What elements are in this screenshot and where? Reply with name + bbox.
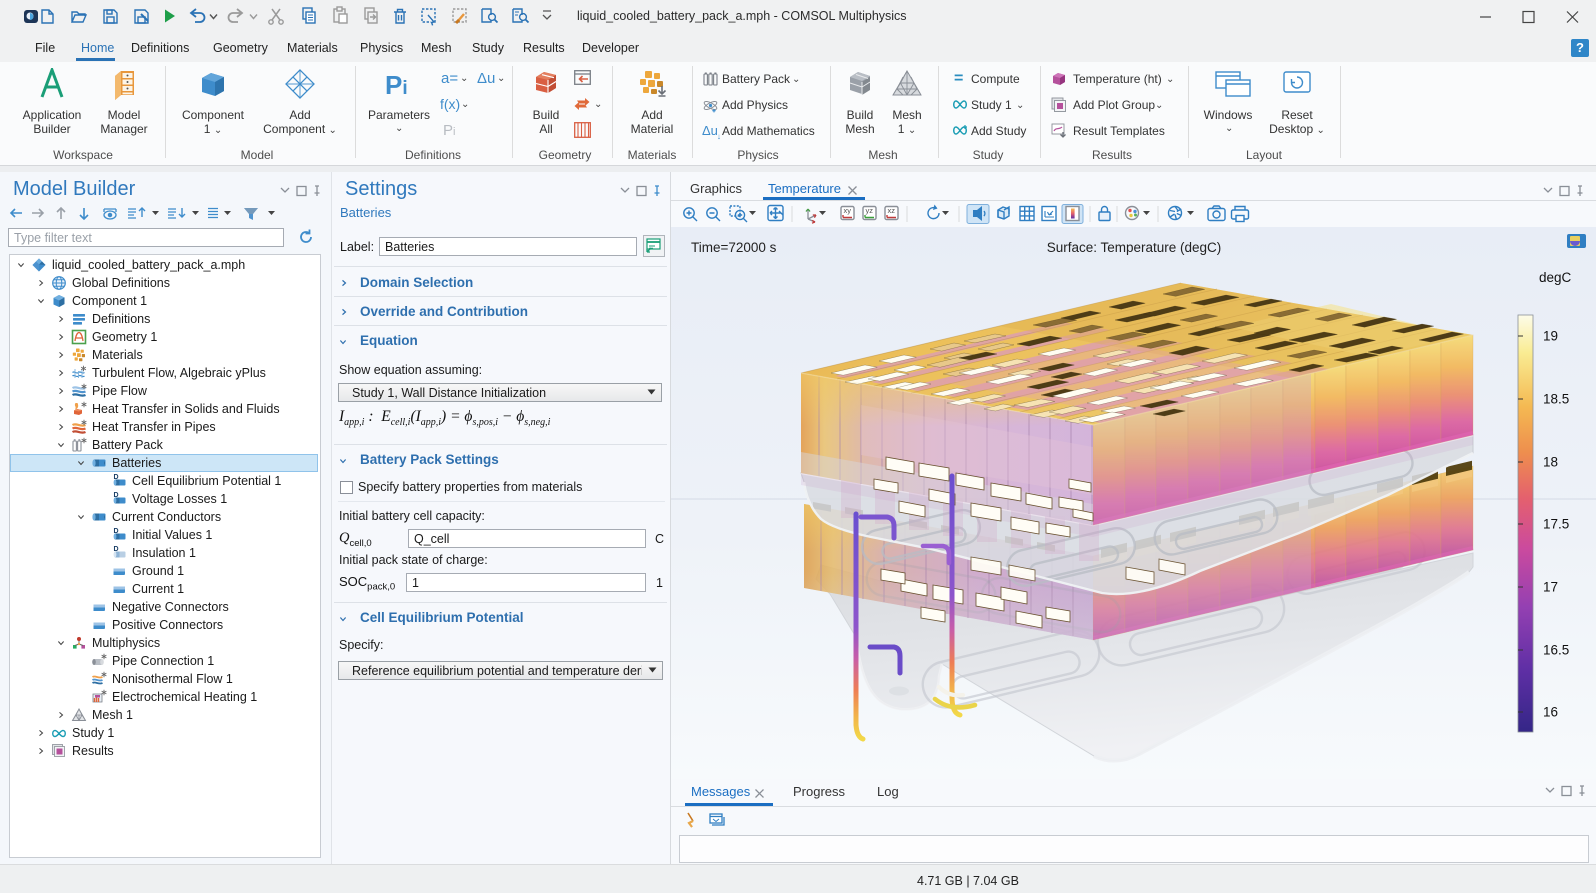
svg-text:yz: yz	[866, 206, 874, 215]
svg-text:18.5: 18.5	[1543, 392, 1569, 407]
svg-text:Surface: Temperature (degC): Surface: Temperature (degC)	[1047, 240, 1222, 255]
svg-text:Time=72000 s: Time=72000 s	[691, 240, 777, 255]
svg-text:17.5: 17.5	[1543, 517, 1569, 532]
svg-text:16: 16	[1543, 705, 1558, 720]
svg-text:19: 19	[1543, 329, 1558, 344]
svg-text:17: 17	[1543, 580, 1558, 595]
svg-text:16.5: 16.5	[1543, 643, 1569, 658]
svg-text:degC: degC	[1539, 270, 1572, 285]
svg-text:xy: xy	[844, 206, 852, 215]
svg-text:xz: xz	[888, 206, 896, 215]
svg-text:18: 18	[1543, 455, 1558, 470]
